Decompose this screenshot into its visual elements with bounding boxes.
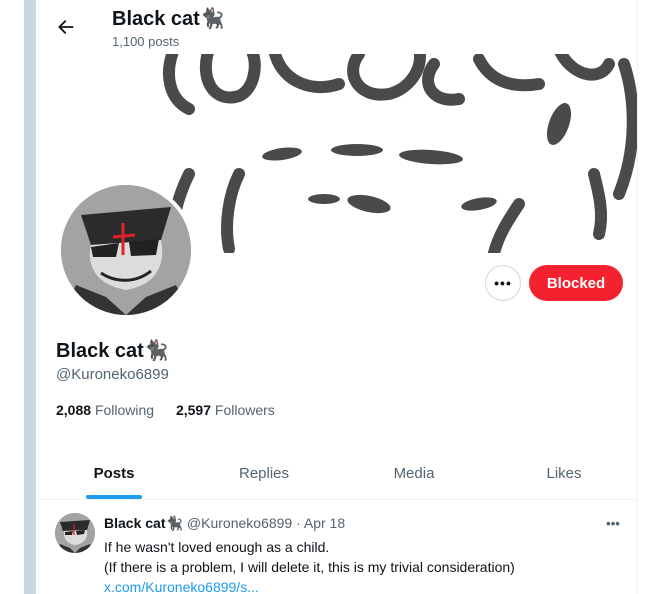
header-title: Black cat🐈‍⬛: [112, 8, 225, 30]
more-options-button[interactable]: •••: [485, 265, 521, 301]
tab-replies-label: Replies: [238, 464, 290, 482]
tab-replies[interactable]: Replies: [189, 447, 339, 499]
profile-name: Black cat🐈‍⬛: [56, 340, 169, 362]
more-horizontal-icon: •••: [494, 275, 512, 291]
post-avatar[interactable]: [55, 513, 95, 553]
profile-tabs: Posts Replies Media Likes: [39, 447, 637, 500]
following-link[interactable]: 2,088 Following: [56, 402, 154, 418]
scrollbar[interactable]: [24, 0, 36, 594]
tab-posts-label: Posts: [93, 464, 135, 482]
active-tab-indicator: [86, 495, 142, 499]
profile-header-bar: Black cat🐈‍⬛ 1,100 posts: [39, 0, 637, 54]
header-post-count: 1,100 posts: [112, 34, 180, 49]
tab-likes[interactable]: Likes: [489, 447, 637, 499]
profile-handle: @Kuroneko6899: [56, 366, 169, 383]
followers-count: 2,597: [175, 402, 212, 418]
following-count: 2,088: [56, 402, 92, 418]
profile-avatar[interactable]: [57, 181, 195, 319]
tab-posts[interactable]: Posts: [39, 447, 189, 499]
post-link[interactable]: x.com/Kuroneko6899/s...: [104, 577, 515, 594]
post-header: Black cat🐈‍⬛ @Kuroneko6899 · Apr 18: [104, 515, 345, 532]
post-body: If he wasn't loved enough as a child. (I…: [104, 537, 515, 594]
tab-media-label: Media: [393, 464, 435, 482]
window-gutter: [0, 0, 24, 594]
blocked-button[interactable]: Blocked: [529, 265, 623, 301]
post-more-button[interactable]: •••: [601, 511, 625, 535]
post-avatar-artwork: [55, 513, 95, 553]
post-author-name[interactable]: Black cat🐈‍⬛: [104, 515, 183, 531]
following-label: Following: [94, 402, 155, 418]
post-text-line: (If there is a problem, I will delete it…: [104, 559, 515, 575]
tab-media[interactable]: Media: [339, 447, 489, 499]
profile-column: Black cat🐈‍⬛ 1,100 posts: [38, 0, 638, 594]
post-item[interactable]: Black cat🐈‍⬛ @Kuroneko6899 · Apr 18 ••• I…: [39, 501, 637, 594]
more-horizontal-icon: •••: [606, 515, 620, 531]
profile-stats: 2,088 Following 2,597 Followers: [56, 402, 293, 418]
tab-likes-label: Likes: [546, 464, 582, 482]
back-button[interactable]: [51, 12, 81, 42]
post-text-line: If he wasn't loved enough as a child.: [104, 539, 330, 555]
followers-link[interactable]: 2,597 Followers: [176, 402, 275, 418]
avatar-artwork: [61, 185, 191, 315]
followers-label: Followers: [214, 402, 275, 418]
post-handle-date[interactable]: @Kuroneko6899 · Apr 18: [187, 515, 345, 531]
arrow-left-icon: [58, 20, 74, 34]
